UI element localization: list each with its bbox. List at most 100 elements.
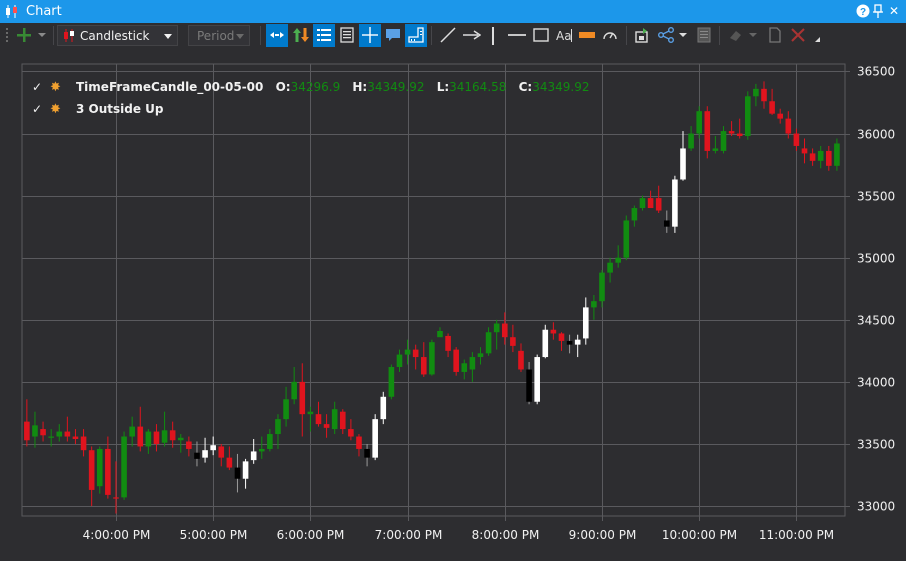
document-icon[interactable] bbox=[764, 24, 786, 47]
overflow-icon[interactable] bbox=[810, 24, 824, 47]
candle-body bbox=[323, 424, 330, 428]
close-value: 34349.92 bbox=[532, 80, 590, 94]
highlight-icon[interactable] bbox=[576, 24, 598, 47]
x-tick-label: 11:00:00 PM bbox=[759, 528, 834, 542]
candle-body bbox=[639, 198, 646, 209]
y-tick-label: 36000 bbox=[857, 128, 895, 142]
candle-body bbox=[404, 349, 411, 355]
horizontal-line-icon[interactable] bbox=[505, 24, 527, 47]
candle-body bbox=[501, 323, 508, 338]
candle-body bbox=[64, 431, 71, 437]
legend-indicator-row[interactable]: ✓ ✸ 3 Outside Up bbox=[32, 102, 164, 117]
candle-body bbox=[688, 133, 694, 149]
candle-body bbox=[250, 451, 257, 461]
data-table-icon[interactable] bbox=[336, 24, 358, 47]
chevron-down-icon[interactable] bbox=[676, 24, 690, 47]
candle-body bbox=[364, 448, 370, 458]
candle-body bbox=[32, 425, 38, 437]
candle-body bbox=[275, 419, 281, 435]
candle-body bbox=[96, 448, 103, 487]
candle-body bbox=[226, 457, 233, 468]
close-icon[interactable]: ✕ bbox=[886, 3, 902, 19]
candle-body bbox=[550, 329, 557, 334]
candle-body bbox=[429, 342, 435, 375]
save-icon[interactable] bbox=[631, 24, 653, 47]
export-icon[interactable] bbox=[693, 24, 715, 47]
candle-body bbox=[88, 450, 95, 490]
indicator-visible-checkbox[interactable]: ✓ bbox=[32, 102, 44, 116]
candle-body bbox=[663, 220, 670, 227]
eraser-icon[interactable] bbox=[725, 24, 747, 47]
chevron-down-icon[interactable] bbox=[746, 24, 760, 47]
indicators-list-icon[interactable] bbox=[313, 24, 335, 47]
x-tick-label: 9:00:00 PM bbox=[569, 528, 637, 542]
candle-body bbox=[834, 143, 840, 166]
candle-body bbox=[137, 426, 144, 447]
candle-body bbox=[202, 450, 208, 458]
candle-body bbox=[177, 437, 184, 441]
candlestick-chart[interactable]: 33000 33500 34000 34500 35000 35500 36000 36500… bbox=[2, 50, 906, 561]
chart-area[interactable]: 33000 33500 34000 34500 35000 35500 36000 36500… bbox=[2, 50, 906, 561]
share-icon[interactable] bbox=[655, 24, 677, 47]
gear-icon[interactable]: ✸ bbox=[50, 80, 66, 95]
candle-body bbox=[291, 381, 297, 400]
axis-scroll-icon[interactable] bbox=[266, 24, 288, 47]
add-icon[interactable] bbox=[13, 24, 35, 47]
y-tick-label: 33000 bbox=[857, 500, 895, 514]
candle-body bbox=[453, 349, 459, 372]
candle-body bbox=[48, 436, 54, 438]
period-placeholder: Period bbox=[197, 29, 235, 43]
y-tick-label: 35000 bbox=[857, 252, 895, 266]
candle-body bbox=[437, 330, 443, 338]
candle-body bbox=[582, 307, 589, 339]
series-visible-checkbox[interactable]: ✓ bbox=[32, 80, 44, 94]
text-tool-icon[interactable]: Aa bbox=[553, 24, 575, 47]
vertical-line-icon[interactable] bbox=[485, 24, 501, 47]
candle-body bbox=[420, 357, 427, 375]
up-down-arrows-icon[interactable] bbox=[290, 24, 312, 47]
arrow-tool-icon[interactable] bbox=[460, 24, 482, 47]
window-title: Chart bbox=[26, 4, 62, 19]
line-tool-icon[interactable] bbox=[437, 24, 459, 47]
svg-text:?: ? bbox=[860, 7, 866, 18]
series-name: TimeFrameCandle_00-05-00 bbox=[76, 80, 264, 94]
candle-body bbox=[169, 430, 176, 441]
delete-icon[interactable] bbox=[787, 24, 809, 47]
candle-body bbox=[145, 431, 152, 447]
candle-body bbox=[105, 448, 111, 495]
candle-body bbox=[161, 430, 168, 443]
gauge-icon[interactable] bbox=[599, 24, 621, 47]
x-tick-label: 8:00:00 PM bbox=[472, 528, 540, 542]
candle-body bbox=[769, 101, 775, 114]
candle-body bbox=[534, 357, 540, 402]
y-tick-label: 34000 bbox=[857, 376, 895, 390]
legend-series-row[interactable]: ✓ ✸ TimeFrameCandle_00-05-00 O:34296.9 H:3… bbox=[32, 80, 589, 95]
crosshair-icon[interactable] bbox=[359, 24, 381, 47]
x-tick-label: 6:00:00 PM bbox=[277, 528, 345, 542]
open-value: 34296.9 bbox=[290, 80, 341, 94]
pin-icon[interactable] bbox=[870, 3, 886, 19]
candle-body bbox=[744, 96, 751, 137]
dropdown-icon[interactable] bbox=[35, 24, 49, 47]
rectangle-tool-icon[interactable] bbox=[530, 24, 552, 47]
candle-body bbox=[574, 339, 581, 345]
candle-body bbox=[121, 436, 127, 498]
candle-body bbox=[485, 332, 492, 354]
candle-body bbox=[210, 445, 216, 451]
svg-text:Aa: Aa bbox=[556, 29, 572, 43]
candle-body bbox=[186, 441, 192, 449]
chart-type-select[interactable]: Candlestick bbox=[57, 25, 178, 46]
ruler-icon[interactable] bbox=[405, 24, 427, 47]
period-select[interactable]: Period bbox=[188, 25, 250, 46]
candle-body bbox=[283, 399, 289, 420]
high-value: 34349.92 bbox=[367, 80, 425, 94]
candle-body bbox=[461, 363, 468, 372]
annotation-icon[interactable] bbox=[382, 24, 404, 47]
candle-body bbox=[396, 354, 403, 367]
candle-body bbox=[258, 448, 265, 452]
gear-icon[interactable]: ✸ bbox=[50, 102, 66, 117]
candle-body bbox=[372, 419, 378, 458]
help-icon[interactable]: ? bbox=[855, 3, 871, 19]
candle-body bbox=[493, 323, 500, 333]
candle-body bbox=[315, 414, 322, 425]
